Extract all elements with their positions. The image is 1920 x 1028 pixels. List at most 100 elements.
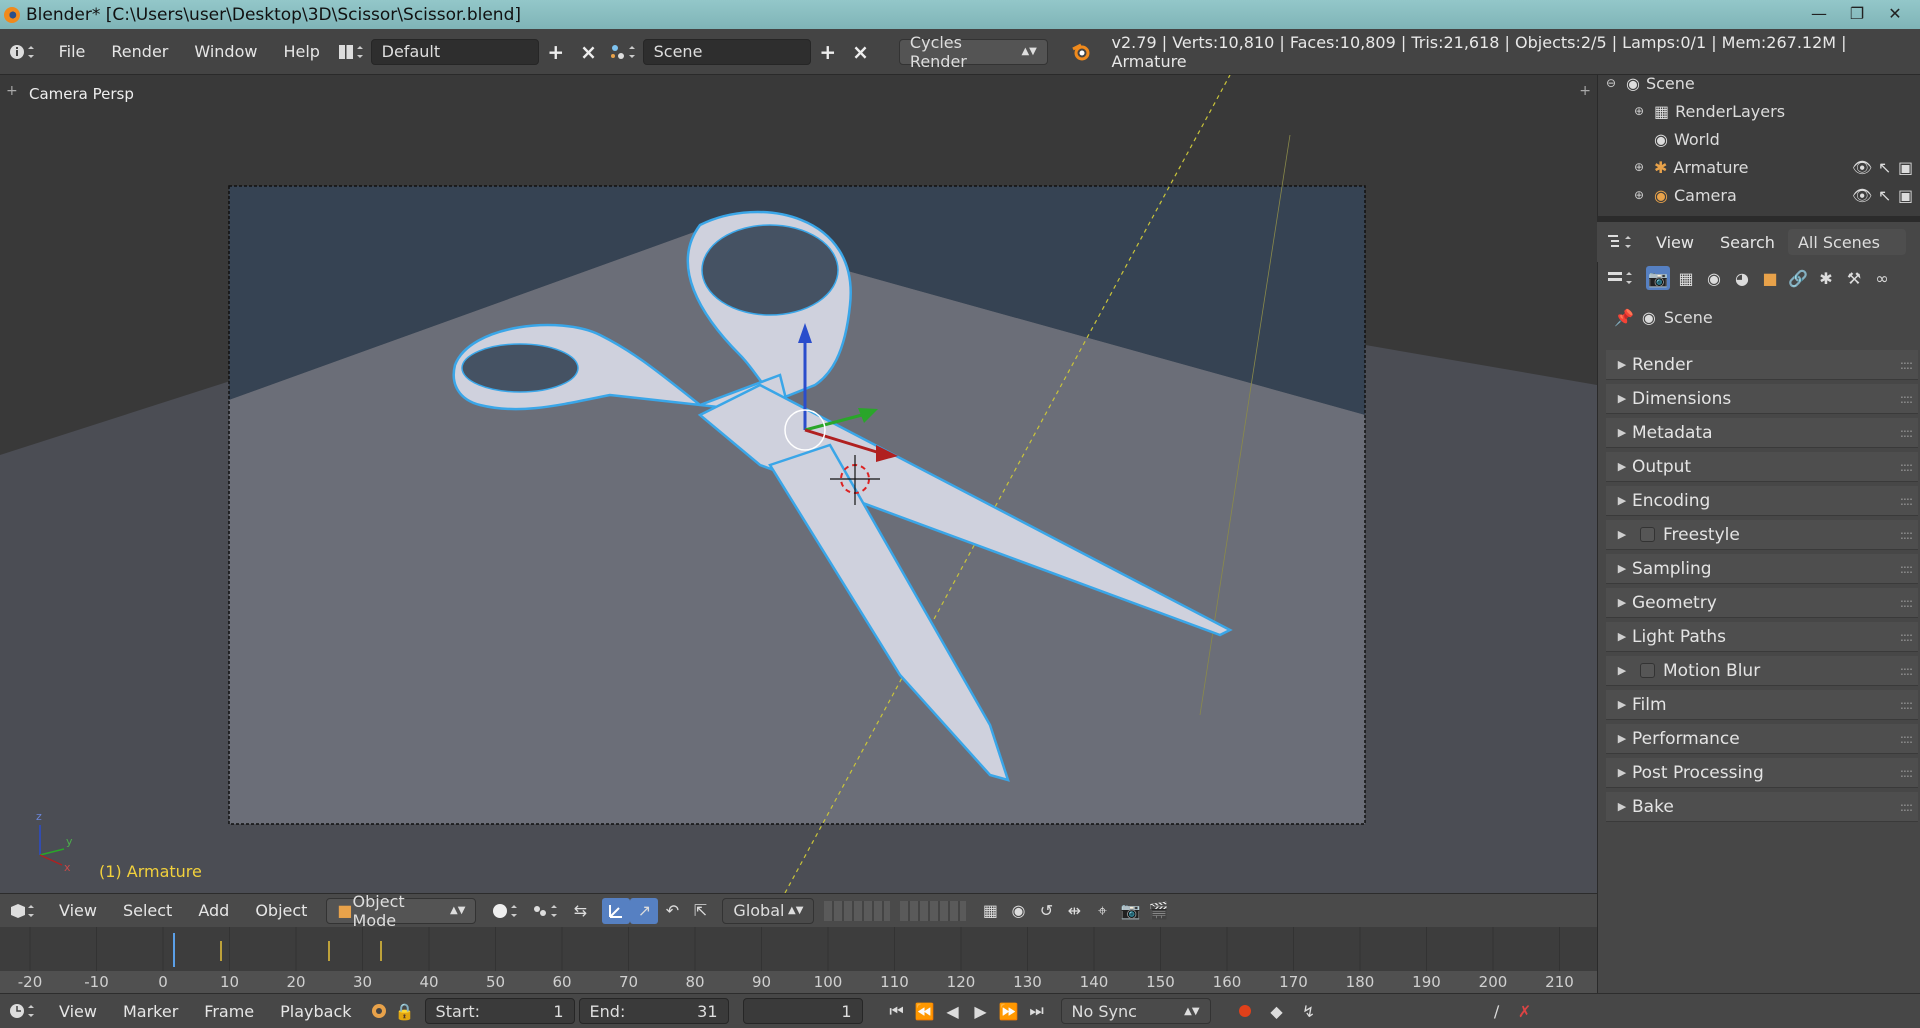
panel-freestyle[interactable]: ▶ Freestyle:::: bbox=[1606, 520, 1918, 550]
snap-icon[interactable]: ↺ bbox=[1032, 901, 1060, 920]
panel-bake[interactable]: ▶ Bake:::: bbox=[1606, 792, 1918, 822]
panel-drag-grip-icon[interactable]: :::: bbox=[1900, 494, 1913, 508]
outliner[interactable]: ⊖ ◉ Scene ⊕ ▦ RenderLayers ◉ World ⊕ ✱ A… bbox=[1597, 74, 1920, 216]
panel-expand-icon[interactable]: ▶ bbox=[1612, 392, 1632, 405]
outliner-item-world[interactable]: ◉ World bbox=[1648, 125, 1720, 153]
jump-keyframe-forward-icon[interactable]: ⏩ bbox=[995, 1002, 1023, 1021]
outliner-item-armature[interactable]: ⊕ ✱ Armature 👁 ↖ ▣ bbox=[1634, 153, 1914, 181]
timeline-area[interactable]: -20 -10 0 10 20 30 40 50 60 70 80 90 100 110 120 130 140… bbox=[0, 927, 1597, 993]
jump-end-icon[interactable]: ⏭ bbox=[1023, 1001, 1051, 1021]
tl-menu-marker[interactable]: Marker bbox=[110, 1002, 191, 1021]
menu-help[interactable]: Help bbox=[270, 42, 332, 61]
preview-range-icon[interactable] bbox=[365, 1002, 393, 1020]
manipulator-arrows-icon[interactable]: ⇆ bbox=[566, 901, 594, 920]
rotate-icon[interactable]: ↶ bbox=[658, 901, 686, 920]
layer-buttons-a[interactable] bbox=[824, 900, 891, 921]
armature-data-tab-icon[interactable]: ✱ bbox=[1814, 266, 1838, 290]
manipulator-toggle-icon[interactable] bbox=[602, 897, 631, 924]
orientation-dropdown[interactable]: Global ▲▼ bbox=[722, 897, 815, 924]
close-button[interactable]: ✕ bbox=[1876, 0, 1914, 26]
panel-expand-icon[interactable]: ▶ bbox=[1612, 698, 1632, 711]
translate-icon[interactable]: ↗ bbox=[630, 897, 659, 924]
delete-screen-icon[interactable]: × bbox=[572, 40, 605, 64]
panel-drag-grip-icon[interactable]: :::: bbox=[1900, 698, 1913, 712]
bone-constraints-tab-icon[interactable]: ∞ bbox=[1870, 266, 1894, 290]
snap-element-icon[interactable]: ⇹ bbox=[1060, 901, 1088, 920]
scene-tab-icon[interactable]: ◉ bbox=[1702, 266, 1726, 290]
world-tab-icon[interactable]: ◕ bbox=[1730, 266, 1754, 290]
tl-menu-view[interactable]: View bbox=[46, 1002, 110, 1021]
layer-buttons-b[interactable] bbox=[900, 900, 967, 921]
panel-sampling[interactable]: ▶ Sampling:::: bbox=[1606, 554, 1918, 584]
panel-light-paths[interactable]: ▶ Light Paths:::: bbox=[1606, 622, 1918, 652]
lock-icon[interactable]: 🔒 bbox=[393, 1002, 417, 1021]
menu-render[interactable]: Render bbox=[98, 42, 181, 61]
screen-layout-field[interactable]: Default bbox=[370, 38, 540, 65]
add-scene-icon[interactable]: + bbox=[811, 40, 844, 64]
start-frame-field[interactable]: Start: 1 bbox=[424, 998, 575, 1024]
editor-type-info-icon[interactable] bbox=[0, 42, 46, 62]
add-screen-icon[interactable]: + bbox=[539, 40, 572, 64]
selectable-arrow-icon[interactable]: ↖ bbox=[1878, 158, 1891, 177]
panel-expand-icon[interactable]: ▶ bbox=[1612, 800, 1632, 813]
play-icon[interactable]: ▶ bbox=[967, 1002, 995, 1021]
panel-drag-grip-icon[interactable]: :::: bbox=[1900, 426, 1913, 440]
panel-expand-icon[interactable]: ▶ bbox=[1612, 596, 1632, 609]
panel-drag-grip-icon[interactable]: :::: bbox=[1900, 630, 1913, 644]
panel-expand-icon[interactable]: ▶ bbox=[1612, 732, 1632, 745]
constraints-tab-icon[interactable]: 🔗 bbox=[1786, 266, 1810, 290]
panel-geometry[interactable]: ▶ Geometry:::: bbox=[1606, 588, 1918, 618]
restore-button[interactable]: ❐ bbox=[1838, 0, 1876, 26]
vp-menu-view[interactable]: View bbox=[46, 901, 110, 920]
expand-icon[interactable]: ⊕ bbox=[1634, 160, 1648, 174]
vp-menu-add[interactable]: Add bbox=[185, 901, 242, 920]
panel-expand-icon[interactable]: ▶ bbox=[1612, 528, 1632, 541]
scale-icon[interactable]: ⇱ bbox=[686, 901, 714, 920]
scene-field[interactable]: Scene bbox=[642, 38, 812, 65]
panel-expand-icon[interactable]: ▶ bbox=[1612, 664, 1632, 677]
expand-icon[interactable]: ⊕ bbox=[1634, 104, 1648, 118]
panel-metadata[interactable]: ▶ Metadata:::: bbox=[1606, 418, 1918, 448]
panel-expand-icon[interactable]: ▶ bbox=[1612, 766, 1632, 779]
timeline-pencil-icon[interactable]: ∕ bbox=[1483, 1002, 1511, 1021]
jump-start-icon[interactable]: ⏮ bbox=[883, 1001, 911, 1021]
panel-motion-blur[interactable]: ▶ Motion Blur:::: bbox=[1606, 656, 1918, 686]
panel-enable-checkbox[interactable] bbox=[1640, 527, 1655, 542]
outliner-item-renderlayers[interactable]: ⊕ ▦ RenderLayers bbox=[1634, 97, 1785, 125]
panel-drag-grip-icon[interactable]: :::: bbox=[1900, 800, 1913, 814]
mode-dropdown[interactable]: ■ Object Mode ▲▼ bbox=[326, 892, 477, 930]
toolshelf-expand-icon[interactable]: + bbox=[6, 83, 18, 99]
panel-enable-checkbox[interactable] bbox=[1640, 663, 1655, 678]
layer-lock-icon[interactable]: ▦ bbox=[976, 901, 1004, 920]
panel-encoding[interactable]: ▶ Encoding:::: bbox=[1606, 486, 1918, 516]
menu-window[interactable]: Window bbox=[181, 42, 270, 61]
panel-drag-grip-icon[interactable]: :::: bbox=[1900, 392, 1913, 406]
proportional-edit-icon[interactable]: ◉ bbox=[1004, 901, 1032, 920]
panel-post-processing[interactable]: ▶ Post Processing:::: bbox=[1606, 758, 1918, 788]
record-icon[interactable] bbox=[1231, 1003, 1259, 1019]
snap-target-icon[interactable]: ⌖ bbox=[1088, 901, 1116, 921]
tl-menu-frame[interactable]: Frame bbox=[191, 1002, 267, 1021]
3d-viewport[interactable]: Camera Persp z y x (1) Armature + + bbox=[0, 75, 1597, 893]
selectable-arrow-icon[interactable]: ↖ bbox=[1878, 186, 1891, 205]
visibility-eye-icon[interactable]: 👁 bbox=[1852, 186, 1872, 205]
menu-file[interactable]: File bbox=[46, 42, 99, 61]
panel-drag-grip-icon[interactable]: :::: bbox=[1900, 528, 1913, 542]
render-layers-tab-icon[interactable]: ▦ bbox=[1674, 266, 1698, 290]
viewport-shading-icon[interactable] bbox=[486, 901, 526, 921]
current-frame-field[interactable]: 1 bbox=[742, 998, 863, 1024]
object-tab-icon[interactable]: ■ bbox=[1758, 266, 1782, 290]
vp-menu-select[interactable]: Select bbox=[110, 901, 185, 920]
render-tab-icon[interactable]: 📷 bbox=[1646, 266, 1670, 290]
editor-type-3dview-icon[interactable] bbox=[0, 901, 46, 921]
panel-film[interactable]: ▶ Film:::: bbox=[1606, 690, 1918, 720]
editor-type-outliner-icon[interactable] bbox=[1597, 232, 1643, 252]
keyframe-insert-icon[interactable]: ↯ bbox=[1295, 1002, 1323, 1021]
panel-drag-grip-icon[interactable]: :::: bbox=[1900, 766, 1913, 780]
collapse-icon[interactable]: ⊖ bbox=[1606, 76, 1620, 90]
sync-dropdown[interactable]: No Sync ▲▼ bbox=[1060, 998, 1211, 1024]
panel-render[interactable]: ▶ Render:::: bbox=[1606, 350, 1918, 380]
panel-drag-grip-icon[interactable]: :::: bbox=[1900, 732, 1913, 746]
panel-drag-grip-icon[interactable]: :::: bbox=[1900, 596, 1913, 610]
end-frame-field[interactable]: End: 31 bbox=[578, 998, 729, 1024]
